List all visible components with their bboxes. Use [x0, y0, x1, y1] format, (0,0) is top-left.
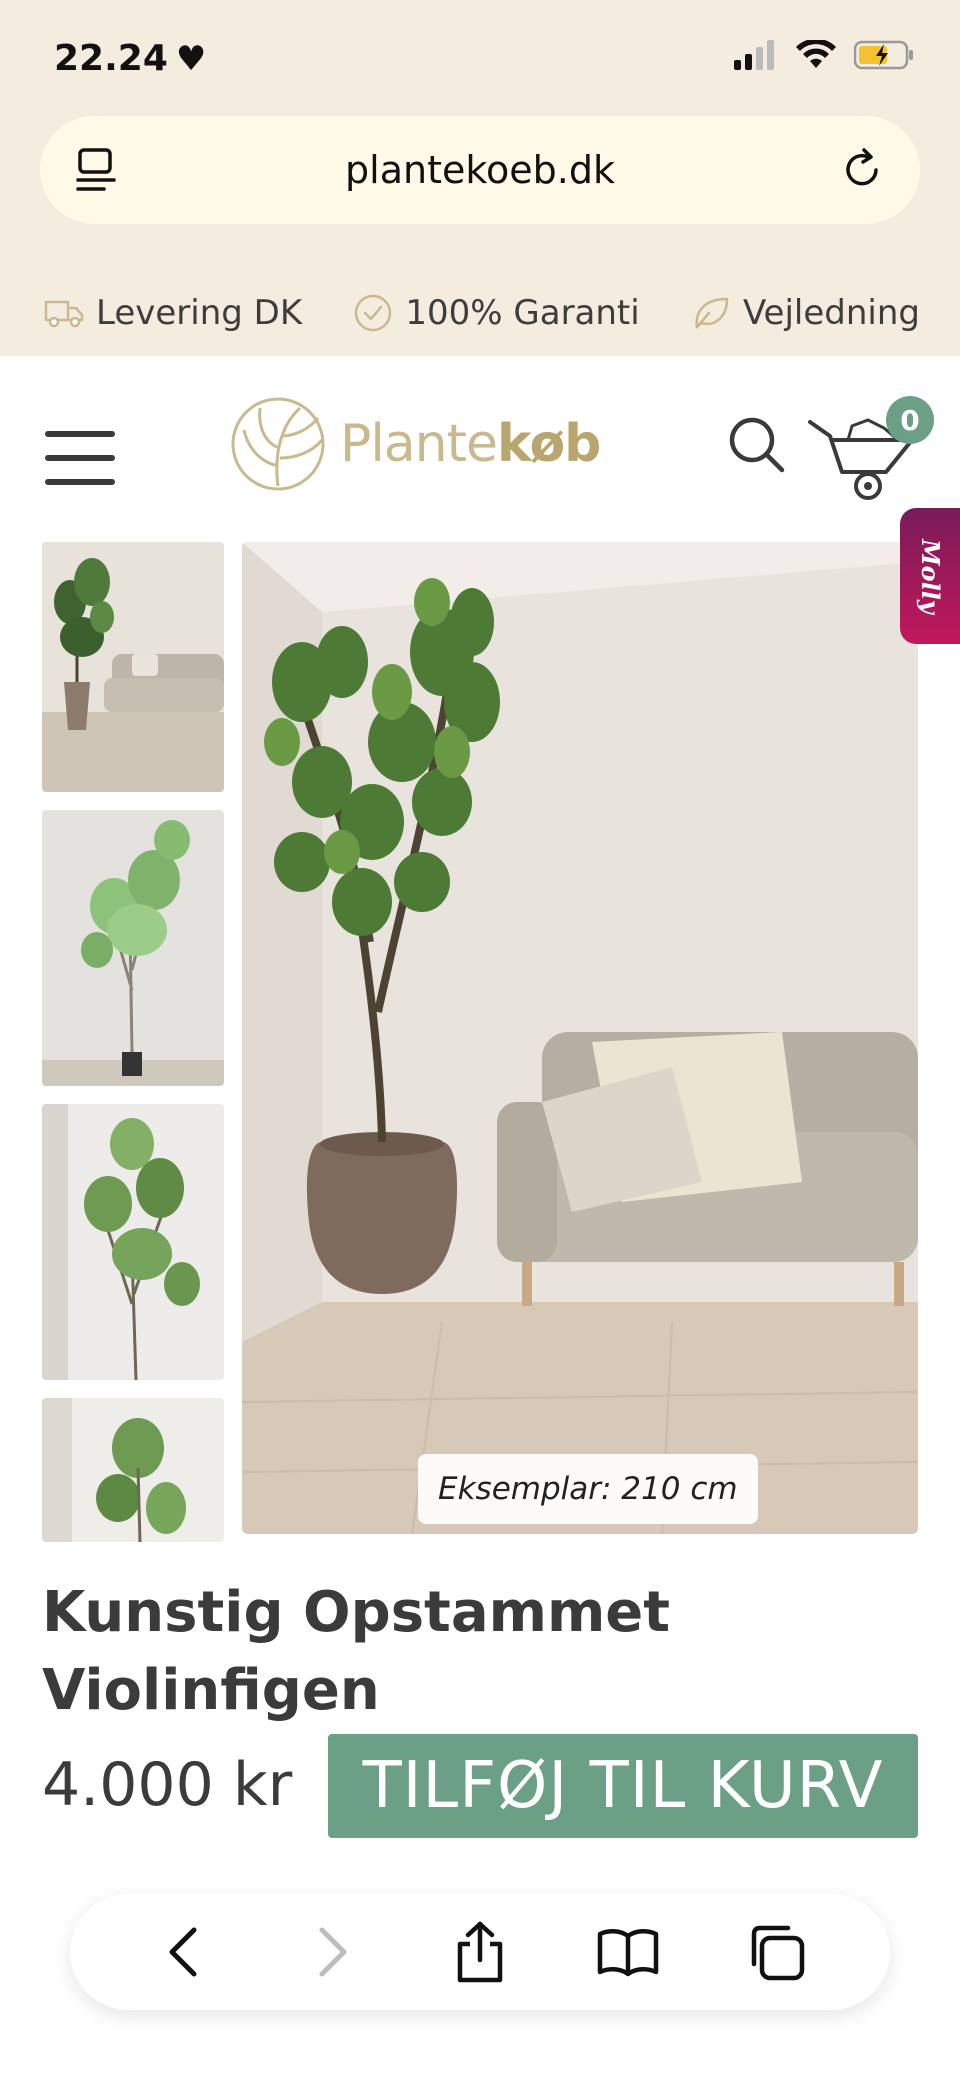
- add-to-cart-button[interactable]: TILFØJ TIL KURV: [328, 1734, 918, 1838]
- clock-text: 22.24: [54, 38, 168, 79]
- url-text[interactable]: plantekoeb.dk: [345, 148, 615, 192]
- usp-bar: Levering DK 100% Garanti Vejledning: [0, 270, 960, 356]
- site-logo[interactable]: Plantekøb: [230, 396, 601, 492]
- bookmarks-button[interactable]: [588, 1912, 668, 1992]
- main-product-photo: [242, 542, 918, 1534]
- thumbnail-gallery: [42, 542, 224, 1542]
- forward-button[interactable]: [292, 1912, 372, 1992]
- logo-text-bold: køb: [497, 414, 601, 474]
- thumbnail-1[interactable]: [42, 542, 224, 792]
- page-menu-icon[interactable]: [74, 146, 122, 194]
- logo-text-light: Plante: [340, 414, 498, 474]
- hamburger-menu-icon[interactable]: [44, 430, 116, 486]
- usp-guarantee-label: 100% Garanti: [405, 293, 640, 333]
- thumbnail-2[interactable]: [42, 810, 224, 1086]
- chevron-right-icon: [319, 1927, 347, 1977]
- cart-count-badge: 0: [886, 396, 934, 444]
- status-icons: [734, 40, 914, 70]
- usp-delivery-label: Levering DK: [96, 293, 303, 333]
- usp-guidance-label: Vejledning: [742, 293, 920, 333]
- truck-icon: [44, 300, 84, 328]
- thumbnail-3[interactable]: [42, 1104, 224, 1380]
- heart-icon: ♥: [175, 38, 207, 79]
- chat-leaf-icon: [695, 297, 729, 329]
- battery-icon: [854, 40, 913, 70]
- logo-text: Plantekøb: [340, 414, 601, 474]
- back-button[interactable]: [144, 1912, 224, 1992]
- reload-icon[interactable]: [838, 146, 886, 194]
- share-button[interactable]: [440, 1912, 520, 1992]
- usp-guarantee: 100% Garanti: [353, 293, 640, 333]
- status-bar: 22.24 ♥: [0, 0, 960, 110]
- leaf-logo-icon: [231, 397, 325, 491]
- thumbnail-3-image: [42, 1104, 224, 1380]
- chat-widget-label: Molly: [915, 538, 945, 614]
- chat-widget-tab[interactable]: Molly: [900, 508, 960, 644]
- address-bar[interactable]: plantekoeb.dk: [40, 116, 920, 224]
- product-title: Kunstig Opstammet Violinfigen: [42, 1580, 671, 1723]
- product-content: Kunstig Opstammet Violinfigen 4.000 kr T…: [0, 542, 960, 2078]
- cart-button[interactable]: 0: [808, 396, 938, 506]
- thumbnail-1-image: [42, 542, 224, 792]
- thumbnail-4[interactable]: [42, 1398, 224, 1542]
- thumbnail-4-image: [42, 1398, 224, 1542]
- check-circle-icon: [355, 294, 392, 332]
- book-icon: [597, 1929, 659, 1977]
- product-price: 4.000 kr: [42, 1750, 293, 1820]
- thumbnail-2-image: [42, 810, 224, 1086]
- main-product-image[interactable]: [242, 542, 918, 1534]
- usp-delivery: Levering DK: [44, 293, 302, 333]
- chevron-left-icon: [169, 1927, 197, 1977]
- status-time: 22.24 ♥: [54, 38, 206, 79]
- signal-icon: [734, 40, 774, 70]
- site-header: Plantekøb 0: [0, 356, 960, 542]
- share-icon: [457, 1921, 503, 1983]
- browser-toolbar: [70, 1894, 890, 2010]
- usp-guidance: Vejledning: [691, 293, 920, 333]
- image-caption: Eksemplar: 210 cm: [418, 1454, 758, 1524]
- tabs-button[interactable]: [736, 1912, 816, 1992]
- wifi-icon: [796, 40, 836, 68]
- tabs-icon: [751, 1925, 805, 1981]
- search-icon[interactable]: [728, 416, 788, 476]
